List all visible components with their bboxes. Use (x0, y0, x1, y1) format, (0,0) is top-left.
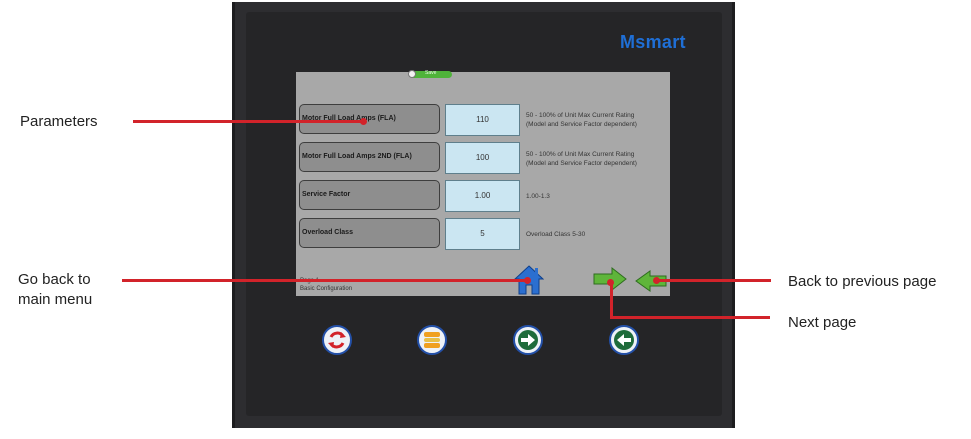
back-hw-button[interactable] (609, 325, 639, 355)
param-desc-line: Overload Class 5-30 (526, 231, 586, 238)
callout-dot-parameters (360, 118, 367, 125)
param-desc-line: (Model and Service Factor dependent) (526, 121, 637, 128)
param-value-service-factor[interactable]: 1.00 (445, 180, 520, 212)
callout-dot-next (607, 279, 614, 286)
param-desc-service-factor: 1.00-1.3 (526, 192, 666, 201)
arrow-right-icon (518, 330, 538, 350)
menu-icon (424, 332, 440, 348)
callout-line-previous (656, 279, 771, 282)
param-desc-fla2: 50 - 100% of Unit Max Current Rating (Mo… (526, 150, 666, 168)
callout-next: Next page (788, 314, 857, 331)
param-label-service-factor: Service Factor (299, 180, 440, 210)
callout-main-menu-line1: Go back to (18, 271, 91, 288)
param-desc-overload-class: Overload Class 5-30 (526, 230, 666, 239)
brand-logo: Msmart (620, 32, 686, 52)
param-desc-line: (Model and Service Factor dependent) (526, 160, 637, 167)
param-desc-line: 1.00-1.3 (526, 193, 550, 200)
page-title: Basic Configuration (300, 286, 353, 292)
callout-dot-main-menu (524, 277, 531, 284)
param-desc-fla: 50 - 100% of Unit Max Current Rating (Mo… (526, 111, 666, 129)
callout-parameters: Parameters (20, 113, 98, 130)
callout-line-next (610, 316, 770, 319)
callout-previous: Back to previous page (788, 273, 937, 290)
next-hw-button[interactable] (513, 325, 543, 355)
refresh-button[interactable] (322, 325, 352, 355)
arrow-left-icon (614, 330, 634, 350)
callout-line-main-menu (122, 279, 528, 282)
param-label-overload-class: Overload Class (299, 218, 440, 248)
param-value-fla2[interactable]: 100 (445, 142, 520, 174)
refresh-icon (328, 331, 346, 349)
param-value-fla[interactable]: 110 (445, 104, 520, 136)
param-label-fla2: Motor Full Load Amps 2ND (FLA) (299, 142, 440, 172)
callout-main-menu-line2: main menu (18, 291, 93, 308)
callout-dot-previous (653, 277, 660, 284)
param-desc-line: 50 - 100% of Unit Max Current Rating (526, 151, 635, 158)
callout-line-next-vertical (610, 281, 613, 317)
toggle-knob[interactable] (408, 70, 416, 78)
save-toggle-label: Save (425, 70, 437, 76)
callout-line-parameters (133, 120, 363, 123)
param-desc-line: 50 - 100% of Unit Max Current Rating (526, 112, 635, 119)
param-value-overload-class[interactable]: 5 (445, 218, 520, 250)
param-label-fla: Motor Full Load Amps (FLA) (299, 104, 440, 134)
menu-button[interactable] (417, 325, 447, 355)
